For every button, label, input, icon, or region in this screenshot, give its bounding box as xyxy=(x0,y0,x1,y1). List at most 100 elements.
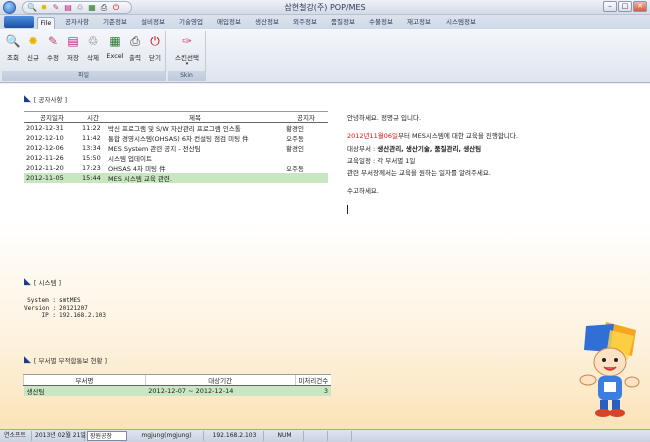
edit-button[interactable]: ✎ 수정 xyxy=(45,33,61,62)
message-greeting: 안녕하세요. 정명규 입니다. xyxy=(347,114,422,122)
message-closing: 수고하세요. xyxy=(347,187,379,196)
tab-purchase[interactable]: 매입정보 xyxy=(214,17,244,29)
table-cell: 17:23 xyxy=(82,164,101,172)
bullet-icon: ◣ xyxy=(24,277,31,287)
table-header-row: 부서명 대상기간 미처리건수 xyxy=(23,374,331,386)
table-cell: 2012-12-07 ~ 2012-12-14 xyxy=(145,385,296,396)
tab-file[interactable]: File xyxy=(37,17,55,29)
table-cell: MES 시스템 교육 관련. xyxy=(106,173,284,183)
tab-system[interactable]: 시스템정보 xyxy=(442,17,480,29)
edit-icon: ✎ xyxy=(47,34,59,48)
tab-production[interactable]: 생산정보 xyxy=(252,17,282,29)
tab-equipment[interactable]: 설비정보 xyxy=(138,17,168,29)
dept-section-title: ◣ [ 부서별 부적합통보 현황 ] xyxy=(24,355,108,365)
close-button[interactable]: ✕ xyxy=(633,1,647,12)
ribbon: 🔍 조회 ✹ 신규 ✎ 수정 ▤ 저장 ♲ 삭제 ▦ Excel ⎙ 출력 ⏻ xyxy=(0,29,650,83)
save-button[interactable]: ▤ 저장 xyxy=(65,33,81,62)
minimize-button[interactable]: – xyxy=(603,1,617,12)
table-cell: MES System 관련 공지 - 전산팀 xyxy=(108,145,201,153)
table-row[interactable]: 2012-11-26 15:50 시스템 업데이트 xyxy=(24,153,328,163)
table-cell: 13:34 xyxy=(82,144,101,152)
title-bar: 🔍 ✹ ✎ ▤ ♲ ▦ ⎙ ⏻ 삼현철강(주) POP/MES – □ ✕ xyxy=(0,0,650,15)
excel-icon: ▦ xyxy=(109,34,121,48)
table-cell: 2012-11-20 xyxy=(26,164,64,172)
table-cell: 박신 프로그램 및 S/W 자산관리 프로그램 인스톨 xyxy=(108,125,241,133)
skin-icon: ✑ xyxy=(181,34,193,48)
table-cell: 오주동 xyxy=(286,165,304,173)
table-cell: 오주동 xyxy=(286,135,304,143)
table-cell xyxy=(284,153,328,163)
tab-quality[interactable]: 품질정보 xyxy=(328,17,358,29)
status-plant[interactable]: 장원공장 xyxy=(87,431,127,441)
ribbon-group-label: Skin xyxy=(168,71,205,81)
ribbon-group-label: 파일 xyxy=(2,71,165,81)
table-cell: OHSAS 4차 미팅 件 xyxy=(108,165,166,173)
table-cell: 통합 경영시스템(OHSAS) 6차 컨설팅 점검 미팅 件 xyxy=(108,135,249,143)
bullet-icon: ◣ xyxy=(24,355,31,365)
table-cell: 생산팀 xyxy=(23,385,146,396)
table-row[interactable]: 2012-12-31 11:22 박신 프로그램 및 S/W 자산관리 프로그램… xyxy=(24,123,328,133)
table-cell: 시스템 업데이트 xyxy=(108,155,152,163)
text-cursor xyxy=(347,205,348,214)
table-row-selected[interactable]: 생산팀 2012-12-07 ~ 2012-12-14 3 xyxy=(23,385,331,396)
tab-outsourcing[interactable]: 외주정보 xyxy=(290,17,320,29)
column-header[interactable]: 시간 xyxy=(80,111,106,123)
table-row[interactable]: 2012-12-06 13:34 MES System 관련 공지 - 전산팀 … xyxy=(24,143,328,153)
column-header[interactable]: 부서명 xyxy=(23,374,146,386)
power-icon: ⏻ xyxy=(150,34,160,48)
system-info: System : smtMES Version :20121207 IP :192… xyxy=(24,297,106,320)
system-info-row: Version :20121207 xyxy=(24,304,88,312)
table-row[interactable]: 2012-12-10 11:42 통합 경영시스템(OHSAS) 6차 컨설팅 … xyxy=(24,133,328,143)
new-button[interactable]: ✹ 신규 xyxy=(25,33,41,62)
system-info-row: IP :192.168.2.103 xyxy=(41,312,106,320)
tab-stock[interactable]: 재고정보 xyxy=(404,17,434,29)
column-header[interactable]: 공지자 xyxy=(284,111,328,123)
status-date: 2013년 02월 21일 xyxy=(35,431,86,441)
excel-button[interactable]: ▦ Excel xyxy=(105,33,125,60)
search-button[interactable]: 🔍 조회 xyxy=(5,33,21,62)
bullet-icon: ◣ xyxy=(24,94,31,104)
print-button[interactable]: ⎙ 출력 xyxy=(127,33,143,62)
table-cell: 2012-11-26 xyxy=(26,154,64,162)
system-section-title: ◣ [ 시스템 ] xyxy=(24,277,62,287)
status-empty-1 xyxy=(306,431,328,441)
close-window-button[interactable]: ⏻ 닫기 xyxy=(147,33,163,62)
ribbon-group-skin: ✑ 스킨선택 ▾ Skin xyxy=(168,31,206,81)
tab-master-data[interactable]: 기준정보 xyxy=(100,17,130,29)
delete-icon: ♲ xyxy=(87,34,99,48)
message-line: 대상부서 : 생산관리, 생산기술, 품질관리, 생산팀 xyxy=(347,144,482,153)
table-cell: 황경인 xyxy=(286,125,304,133)
maximize-button[interactable]: □ xyxy=(618,1,632,12)
tab-notice[interactable]: 공자사항 xyxy=(62,17,92,29)
search-icon: 🔍 xyxy=(5,34,21,48)
table-row-selected[interactable]: 2012-11-05 15:44 MES 시스템 교육 관련. xyxy=(24,173,328,183)
tab-tech-sales[interactable]: 기술영업 xyxy=(176,17,206,29)
print-icon: ⎙ xyxy=(130,34,140,48)
notice-section-title: ◣ [ 공자사항 ] xyxy=(24,94,68,104)
dept-nonconformity-table: 부서명 대상기간 미처리건수 생산팀 2012-12-07 ~ 2012-12-… xyxy=(23,374,331,396)
skin-select-button[interactable]: ✑ 스킨선택 ▾ xyxy=(173,33,201,67)
table-header-row: 공지일자 시간 제목 공지자 xyxy=(24,111,328,123)
table-cell: 황경인 xyxy=(286,145,304,153)
application-menu-button[interactable] xyxy=(4,16,34,28)
table-cell: 3 xyxy=(295,385,331,396)
column-header[interactable]: 대상기간 xyxy=(144,374,296,386)
ribbon-group-file: 🔍 조회 ✹ 신규 ✎ 수정 ▤ 저장 ♲ 삭제 ▦ Excel ⎙ 출력 ⏻ xyxy=(2,31,166,81)
column-header[interactable]: 공지일자 xyxy=(24,111,80,123)
window-controls: – □ ✕ xyxy=(603,1,647,12)
column-header[interactable]: 미처리건수 xyxy=(294,374,331,386)
status-numlock: NUM xyxy=(266,431,304,441)
table-row[interactable]: 2012-11-20 17:23 OHSAS 4차 미팅 件 오주동 xyxy=(24,163,328,173)
table-cell: 2012-12-06 xyxy=(26,144,64,152)
table-cell: 11:42 xyxy=(82,134,101,142)
message-line: 교육일정 : 각 부서별 1일 xyxy=(347,156,416,165)
status-user: mgjung(mgjung) xyxy=(130,431,204,441)
chevron-down-icon: ▾ xyxy=(185,61,189,67)
menu-tabs: File 공자사항 기준정보 설비정보 기술영업 매입정보 생산정보 외주정보 … xyxy=(0,15,650,29)
status-ip: 192.168.2.103 xyxy=(206,431,264,441)
tab-inventory-flow[interactable]: 수불정보 xyxy=(366,17,396,29)
main-content: ◣ [ 공자사항 ] 공지일자 시간 제목 공지자 2012-12-31 11:… xyxy=(0,84,650,429)
column-header[interactable]: 제목 xyxy=(106,111,284,123)
delete-button[interactable]: ♲ 삭제 xyxy=(85,33,101,62)
notice-message-panel[interactable]: 안녕하세요. 정명규 입니다. 2012년11월06일부터 MES시스템에 대한… xyxy=(347,112,587,198)
